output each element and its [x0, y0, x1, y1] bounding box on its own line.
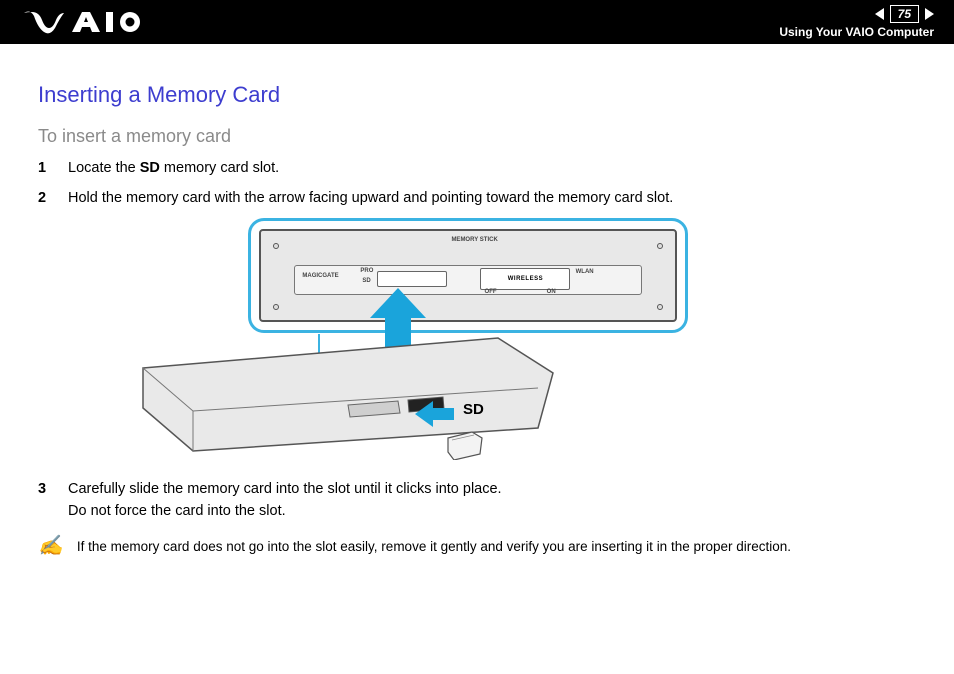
- step-text-line1: Carefully slide the memory card into the…: [68, 481, 502, 497]
- laptop-illustration: [138, 333, 558, 453]
- label-sd: SD: [362, 278, 370, 284]
- page-title: Inserting a Memory Card: [38, 82, 916, 108]
- page-content: Inserting a Memory Card To insert a memo…: [0, 44, 954, 576]
- step-text-pre: Locate the: [68, 160, 140, 176]
- page-number: 75: [890, 5, 919, 23]
- next-page-arrow-icon[interactable]: [925, 8, 934, 20]
- vaio-logo-svg: [24, 10, 142, 34]
- step-body: Carefully slide the memory card into the…: [68, 478, 502, 523]
- step-text-line2: Do not force the card into the slot.: [68, 503, 286, 519]
- wireless-switch: WIRELESS: [480, 268, 570, 290]
- step-body: Locate the SD memory card slot.: [68, 157, 279, 179]
- step-1: 1 Locate the SD memory card slot.: [38, 157, 916, 179]
- step-number: 3: [38, 478, 50, 523]
- instruction-figure: MEMORY STICK MAGICGATE PRO SD WIRELESS O…: [178, 218, 818, 468]
- screw-icon: [657, 243, 663, 249]
- step-body: Hold the memory card with the arrow faci…: [68, 187, 673, 209]
- screw-icon: [273, 243, 279, 249]
- page-header: 75 Using Your VAIO Computer: [0, 0, 954, 44]
- page-navigator: 75: [875, 5, 934, 23]
- label-magicgate: MAGICGATE: [302, 273, 338, 279]
- screw-icon: [657, 304, 663, 310]
- sd-slot: [377, 271, 447, 287]
- header-right: 75 Using Your VAIO Computer: [779, 5, 934, 39]
- label-wireless: WIRELESS: [508, 276, 543, 282]
- screw-icon: [273, 304, 279, 310]
- note: ✍ If the memory card does not go into th…: [38, 539, 916, 556]
- vaio-logo: [24, 10, 142, 34]
- section-title: Using Your VAIO Computer: [779, 25, 934, 39]
- step-text-bold: SD: [140, 160, 160, 176]
- note-pen-icon: ✍: [38, 536, 63, 556]
- step-number: 2: [38, 187, 50, 209]
- slot-callout: MEMORY STICK MAGICGATE PRO SD WIRELESS O…: [248, 218, 688, 333]
- label-on: ON: [547, 289, 556, 295]
- sd-label: SD: [463, 401, 484, 418]
- label-pro: PRO: [360, 268, 373, 274]
- step-number: 1: [38, 157, 50, 179]
- step-2: 2 Hold the memory card with the arrow fa…: [38, 187, 916, 209]
- sd-card-illustration: [446, 430, 484, 460]
- page-subtitle: To insert a memory card: [38, 126, 916, 147]
- label-memorystick: MEMORY STICK: [451, 237, 497, 243]
- step-3: 3 Carefully slide the memory card into t…: [38, 478, 916, 523]
- insert-arrow-small-icon: [415, 401, 459, 427]
- label-off: OFF: [485, 289, 497, 295]
- note-text: If the memory card does not go into the …: [77, 539, 791, 554]
- callout-panel: MEMORY STICK MAGICGATE PRO SD WIRELESS O…: [259, 229, 677, 322]
- prev-page-arrow-icon[interactable]: [875, 8, 884, 20]
- label-wlan: WLAN: [576, 269, 594, 275]
- step-text-post: memory card slot.: [160, 160, 279, 176]
